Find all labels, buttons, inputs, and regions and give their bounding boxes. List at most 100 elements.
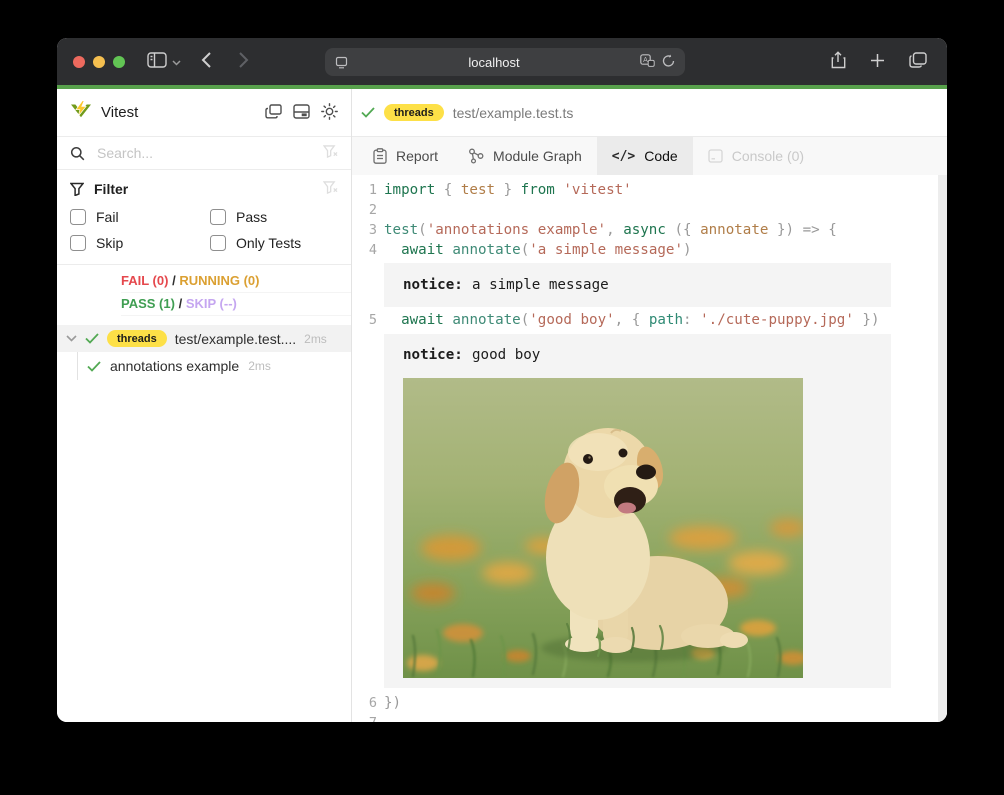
file-header: threads test/example.test.ts xyxy=(352,89,947,137)
sidebar-menu-chevron-button[interactable] xyxy=(172,54,181,69)
app-title: Vitest xyxy=(101,104,265,121)
skip-count: SKIP (--) xyxy=(186,296,237,311)
test-file-row[interactable]: threads test/example.test.... 2ms xyxy=(57,325,351,352)
tab-console[interactable]: Console (0) xyxy=(693,137,819,175)
dashboard-toggle-button[interactable] xyxy=(293,104,310,122)
checkbox-icon xyxy=(210,209,226,225)
tab-overview-button[interactable] xyxy=(909,52,927,71)
tab-code[interactable]: </> Code xyxy=(597,137,693,175)
test-case-duration: 2ms xyxy=(248,359,271,373)
sidebar-header: Vitest xyxy=(57,89,351,137)
pool-badge: threads xyxy=(384,104,444,121)
filter-checkbox-only-tests[interactable]: Only Tests xyxy=(210,235,338,251)
url-text: localhost xyxy=(348,55,640,70)
pool-badge: threads xyxy=(107,330,167,347)
minimize-window-button[interactable] xyxy=(93,56,105,68)
annotation-type-label: notice: xyxy=(403,347,463,363)
running-count: RUNNING (0) xyxy=(179,273,259,288)
stacked-panels-icon xyxy=(265,104,282,122)
reload-button[interactable] xyxy=(662,54,675,71)
check-icon xyxy=(85,333,99,344)
fail-count: FAIL (0) xyxy=(121,273,168,288)
annotation-type-label: notice: xyxy=(403,277,463,293)
chevron-right-icon xyxy=(238,51,249,72)
filter-section: Filter Fail xyxy=(57,170,351,265)
browser-sidebar-toggle-button[interactable] xyxy=(147,52,167,71)
filter-x-icon xyxy=(323,145,338,161)
code-line: 3 test('annotations example', async ({ a… xyxy=(352,220,947,240)
search-icon xyxy=(70,146,85,161)
desktop-background: { "browser": { "url": "localhost" }, "si… xyxy=(0,0,1004,795)
puppy-photo-attachment[interactable] xyxy=(403,378,803,678)
check-icon xyxy=(361,107,375,118)
clear-filter-button[interactable] xyxy=(323,181,338,197)
new-tab-button[interactable] xyxy=(870,53,885,71)
search-bar xyxy=(57,137,351,170)
chevron-down-icon xyxy=(172,54,181,69)
chevron-left-icon xyxy=(201,51,212,72)
theme-toggle-button[interactable] xyxy=(321,103,338,123)
forward-button[interactable] xyxy=(238,51,249,72)
checkbox-icon xyxy=(70,209,86,225)
sidebar-panel-icon xyxy=(147,52,167,71)
page-format-icon xyxy=(335,56,348,69)
check-icon xyxy=(87,361,101,372)
zoom-window-button[interactable] xyxy=(113,56,125,68)
plus-icon xyxy=(870,53,885,71)
browser-window: localhost A xyxy=(57,38,947,722)
translate-icon: A xyxy=(640,54,655,70)
code-line: 5 await annotate('good boy', { path: './… xyxy=(352,310,947,330)
code-line: 4 await annotate('a simple message') xyxy=(352,240,947,260)
filter-checkbox-pass[interactable]: Pass xyxy=(210,209,338,225)
back-button[interactable] xyxy=(201,51,212,72)
main-panel: threads test/example.test.ts Report xyxy=(352,89,947,722)
code-line: 1 import { test } from 'vitest' xyxy=(352,180,947,200)
module-graph-icon xyxy=(468,148,484,164)
code-line: 7 xyxy=(352,713,947,722)
tab-module-graph[interactable]: Module Graph xyxy=(453,137,597,175)
clear-search-button[interactable] xyxy=(323,145,338,161)
close-window-button[interactable] xyxy=(73,56,85,68)
sun-icon xyxy=(321,103,338,123)
vitest-logo-icon xyxy=(70,100,92,125)
vertical-scrollbar[interactable] xyxy=(938,175,947,722)
search-input[interactable] xyxy=(95,144,313,162)
test-case-row[interactable]: annotations example 2ms xyxy=(57,352,351,380)
checkbox-icon xyxy=(70,235,86,251)
funnel-icon xyxy=(70,182,84,196)
tree-guide-line xyxy=(77,352,78,380)
checkbox-icon xyxy=(210,235,226,251)
file-path: test/example.test.ts xyxy=(453,105,574,121)
traffic-lights xyxy=(73,56,125,68)
svg-text:A: A xyxy=(643,57,648,64)
annotation-notice: notice:a simple message xyxy=(384,263,891,307)
tab-report[interactable]: Report xyxy=(358,137,453,175)
test-case-name: annotations example xyxy=(110,358,239,374)
test-file-duration: 2ms xyxy=(304,332,327,346)
annotation-message: a simple message xyxy=(463,277,609,293)
dashboard-icon xyxy=(293,104,310,122)
sidebar: Vitest xyxy=(57,89,352,722)
console-icon xyxy=(708,149,723,163)
share-button[interactable] xyxy=(830,51,846,72)
code-line: 6 }) xyxy=(352,693,947,713)
filter-checkbox-skip[interactable]: Skip xyxy=(70,235,210,251)
code-line: 2 xyxy=(352,200,947,220)
annotation-notice: notice:good boy xyxy=(384,334,891,688)
annotation-message: good boy xyxy=(463,347,541,363)
translate-button[interactable]: A xyxy=(640,54,655,70)
pass-count: PASS (1) xyxy=(121,296,175,311)
test-status-summary: FAIL (0) / RUNNING (0) PASS (1) / SKIP (… xyxy=(57,265,351,322)
filter-label: Filter xyxy=(94,181,128,197)
tabs-overview-icon xyxy=(909,52,927,71)
address-bar[interactable]: localhost A xyxy=(325,48,685,76)
collapse-tests-button[interactable] xyxy=(265,104,282,122)
chevron-down-icon[interactable] xyxy=(66,335,77,342)
test-file-name: test/example.test.... xyxy=(175,331,296,347)
reload-icon xyxy=(662,54,675,71)
filter-checkbox-fail[interactable]: Fail xyxy=(70,209,210,225)
browser-toolbar: localhost A xyxy=(57,38,947,85)
filter-x-icon xyxy=(323,181,338,197)
code-viewer: 1 import { test } from 'vitest' 2 3 test… xyxy=(352,175,947,722)
code-brackets-icon: </> xyxy=(612,149,635,164)
